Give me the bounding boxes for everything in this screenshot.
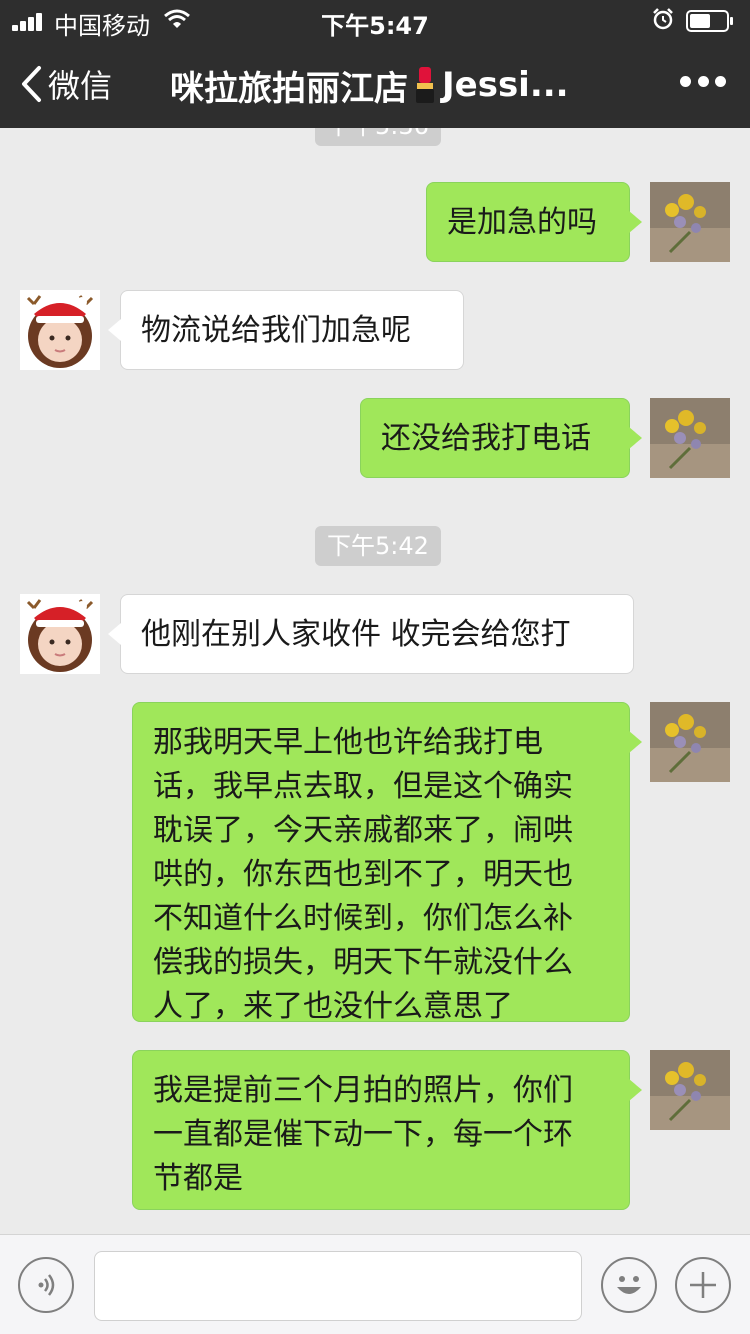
chat-title-suffix: Jessi... — [442, 65, 569, 105]
chat-title-name: 咪拉旅拍丽江店 — [170, 68, 408, 109]
received-message[interactable]: 他刚在别人家收件 收完会给您打 — [108, 594, 634, 674]
plus-button[interactable] — [675, 1257, 731, 1313]
alarm-icon — [653, 8, 673, 30]
more-button[interactable] — [680, 76, 726, 90]
my-avatar[interactable] — [650, 1050, 730, 1130]
lipstick-icon — [416, 67, 434, 103]
chat-area[interactable]: 下午5:36 是加急的吗 物流说给我们加急呢 还没给我打电话 — [0, 128, 750, 1234]
emoji-button[interactable] — [601, 1257, 657, 1313]
emoji-icon — [617, 1276, 641, 1294]
my-avatar[interactable] — [650, 182, 730, 262]
back-chevron-icon — [22, 66, 41, 102]
contact-avatar[interactable] — [20, 594, 100, 674]
voice-icon — [38, 1274, 55, 1296]
my-avatar[interactable] — [650, 398, 730, 478]
message-input[interactable] — [94, 1251, 582, 1321]
nav-bar: 微信 咪拉旅拍丽江店 Jessi... — [0, 40, 750, 128]
timestamp: 下午5:42 — [315, 526, 441, 566]
input-bar — [0, 1234, 750, 1334]
plus-icon — [690, 1272, 716, 1298]
top-bar: 中国移动 下午5:47 微信 咪拉旅拍丽江店 Jessi... — [0, 0, 750, 128]
sent-message[interactable]: 是加急的吗 — [426, 182, 642, 262]
back-label: 微信 — [48, 67, 113, 105]
voice-button[interactable] — [18, 1257, 74, 1313]
timestamp: 下午5:36 — [315, 128, 441, 146]
chat-title: 咪拉旅拍丽江店 Jessi... — [170, 62, 620, 108]
received-message[interactable]: 物流说给我们加急呢 — [108, 290, 464, 370]
battery-icon — [686, 10, 733, 32]
back-button[interactable]: 微信 — [20, 62, 112, 106]
contact-avatar[interactable] — [20, 290, 100, 370]
more-icon — [680, 76, 691, 87]
status-time: 下午5:47 — [321, 12, 429, 40]
status-bar: 中国移动 下午5:47 — [0, 0, 750, 40]
sent-message[interactable]: 我是提前三个月拍的照片，你们 一直都是催下动一下，每一个环 节都是 — [132, 1050, 642, 1210]
my-avatar[interactable] — [650, 702, 730, 782]
sent-message[interactable]: 那我明天早上他也许给我打电 话，我早点去取，但是这个确实 耽误了，今天亲戚都来了… — [132, 702, 642, 1024]
sent-message[interactable]: 还没给我打电话 — [360, 398, 642, 478]
